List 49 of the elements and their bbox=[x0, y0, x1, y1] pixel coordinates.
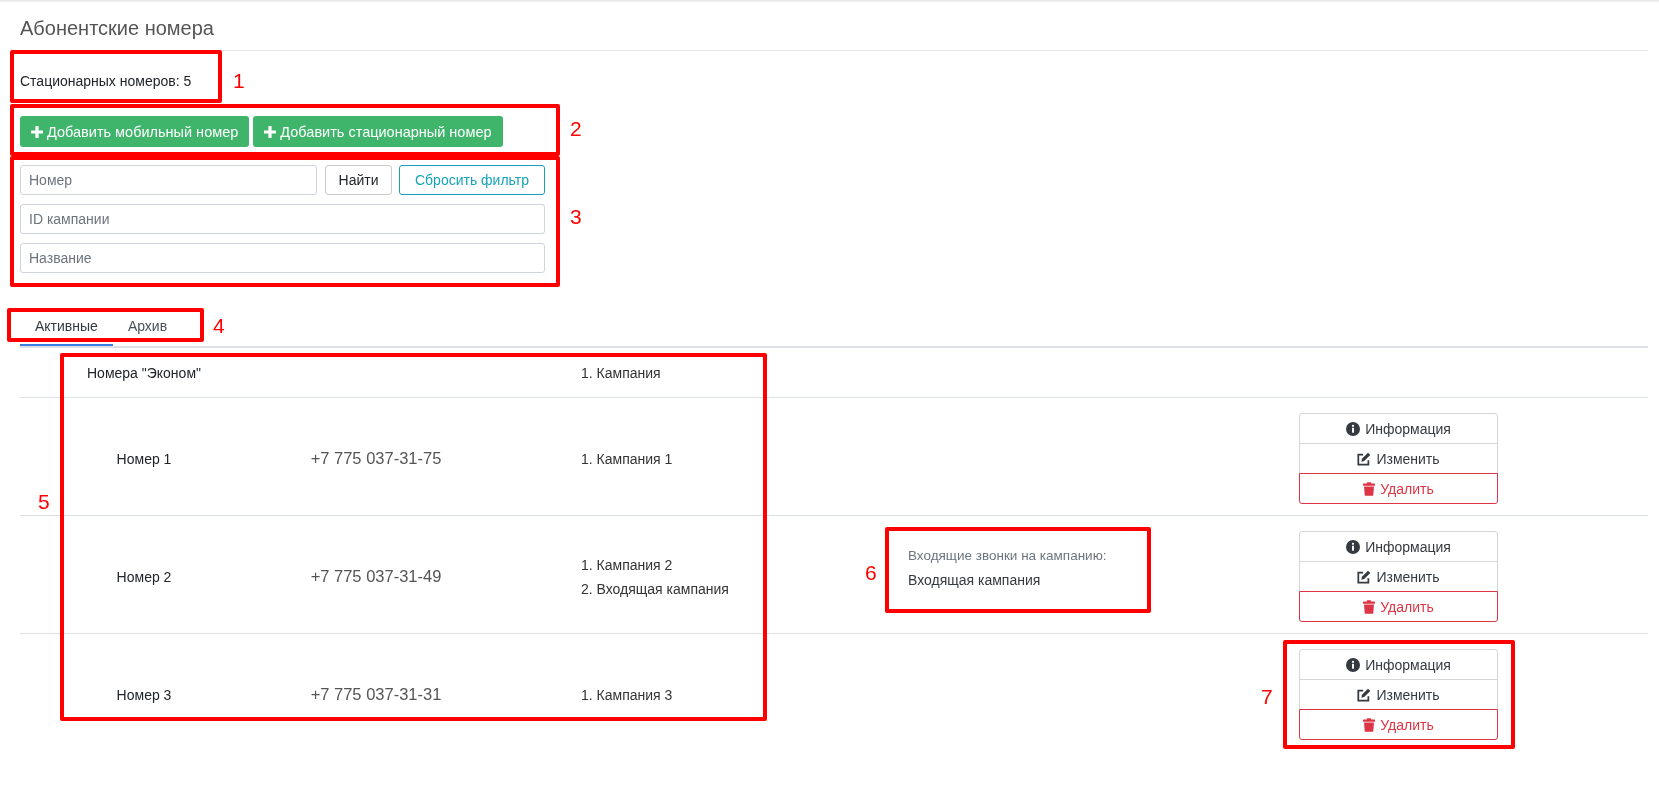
plus-icon bbox=[31, 125, 43, 138]
info-icon bbox=[1346, 421, 1361, 436]
callout-number: 4 bbox=[213, 314, 225, 338]
info-button[interactable]: Информация bbox=[1299, 649, 1498, 680]
info-button[interactable]: Информация bbox=[1299, 413, 1498, 444]
edit-button[interactable]: Изменить bbox=[1299, 679, 1498, 710]
edit-button[interactable]: Изменить bbox=[1299, 443, 1498, 474]
trash-icon bbox=[1363, 481, 1376, 496]
edit-button[interactable]: Изменить bbox=[1299, 561, 1498, 592]
info-icon bbox=[1346, 539, 1361, 554]
filter-field[interactable]: Название bbox=[20, 243, 545, 273]
callout-number: 1 bbox=[233, 69, 245, 93]
edit-icon bbox=[1357, 451, 1372, 466]
info-button[interactable]: Информация bbox=[1299, 531, 1498, 562]
trash-icon bbox=[1363, 599, 1376, 614]
incoming-caption: Входящие звонки на кампанию: bbox=[908, 546, 1107, 565]
callout-number: 3 bbox=[570, 205, 582, 229]
delete-button[interactable]: Удалить bbox=[1299, 473, 1498, 504]
campaign-text: 1. Кампания 2 bbox=[581, 555, 673, 575]
campaign-text: 1. Кампания 1 bbox=[581, 449, 673, 469]
filter-field[interactable]: Номер bbox=[20, 165, 317, 195]
campaign-text: 1. Кампания bbox=[581, 363, 661, 383]
page-title: Абонентские номера bbox=[20, 16, 214, 40]
search-button[interactable]: Найти bbox=[325, 165, 392, 195]
filter-field[interactable]: ID кампании bbox=[20, 204, 545, 234]
info-icon bbox=[1346, 657, 1361, 672]
count-text: Стационарных номеров: 5 bbox=[20, 73, 192, 89]
phone-number: +7 775 037-31-75 bbox=[310, 449, 442, 467]
incoming-campaign: Входящая кампания bbox=[908, 570, 1041, 590]
trash-icon bbox=[1363, 717, 1376, 732]
callout-number: 7 bbox=[1261, 685, 1273, 709]
number-name: Номер 3 bbox=[116, 686, 172, 703]
tab[interactable]: Активные bbox=[20, 305, 113, 346]
tab[interactable]: Архив bbox=[112, 305, 183, 346]
plus-icon bbox=[264, 125, 277, 138]
phone-number: +7 775 037-31-31 bbox=[310, 685, 442, 703]
callout-number: 2 bbox=[570, 117, 582, 141]
phone-number: +7 775 037-31-49 bbox=[310, 567, 442, 585]
delete-button[interactable]: Удалить bbox=[1299, 591, 1498, 622]
edit-icon bbox=[1357, 569, 1372, 584]
number-name: Номер 1 bbox=[116, 450, 172, 467]
delete-button[interactable]: Удалить bbox=[1299, 709, 1498, 740]
callout-number: 5 bbox=[38, 490, 50, 514]
edit-icon bbox=[1357, 687, 1372, 702]
number-name: Номер 2 bbox=[116, 568, 172, 585]
campaign-text: 1. Кампания 3 bbox=[581, 685, 673, 705]
campaign-text: 2. Входящая кампания bbox=[581, 579, 729, 599]
callout-number: 6 bbox=[865, 560, 877, 585]
group-name: Номера "Эконом" bbox=[87, 364, 201, 381]
